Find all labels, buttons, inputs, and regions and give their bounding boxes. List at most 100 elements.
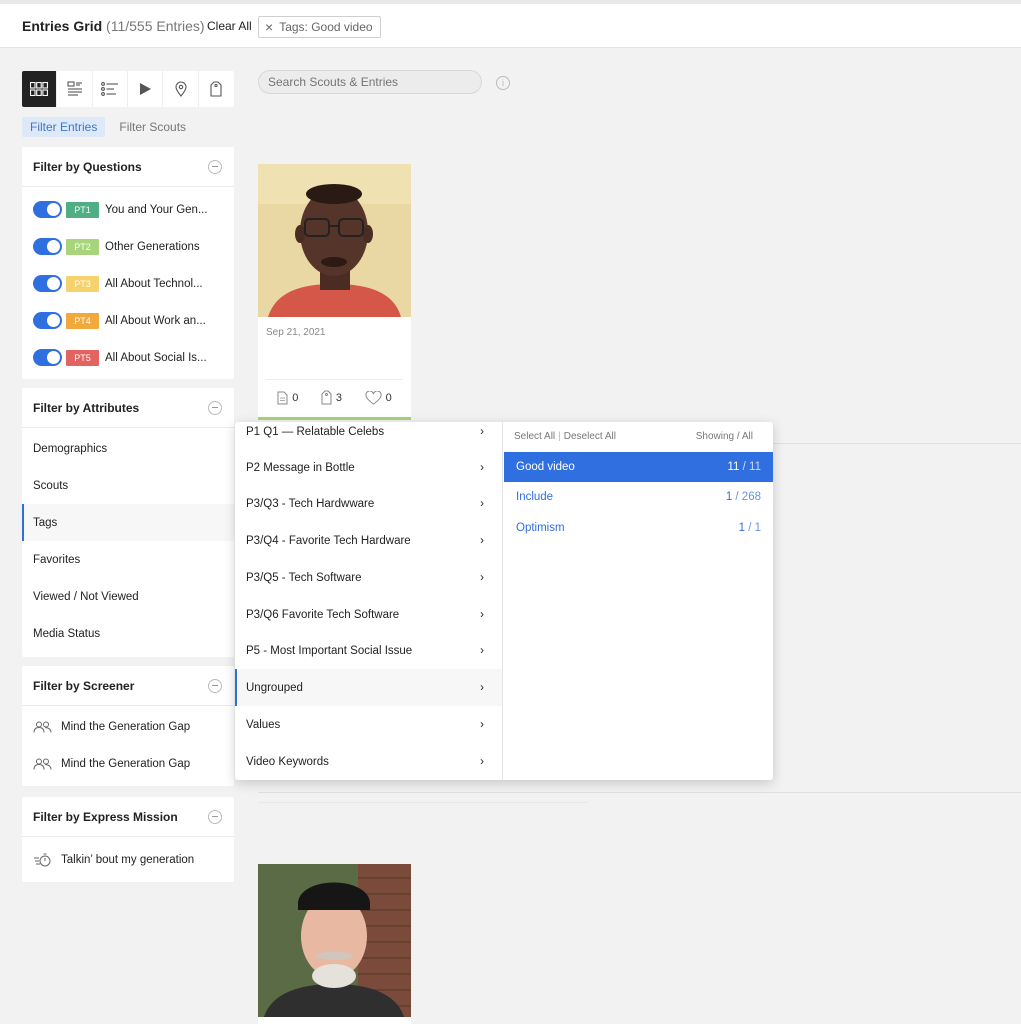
- tag-option-optimism[interactable]: Optimism 1 / 1: [504, 513, 773, 543]
- chevron-right-icon: ›: [480, 461, 484, 474]
- top-header: Entries Grid (11/555 Entries) Clear All …: [0, 0, 1021, 48]
- chevron-right-icon: ›: [480, 608, 484, 621]
- tag-option-include[interactable]: Include 1 / 268: [504, 482, 773, 512]
- attribute-item-tags[interactable]: Tags: [22, 504, 234, 541]
- tags-stat[interactable]: 3: [321, 390, 342, 405]
- select-all-button[interactable]: Select All: [514, 431, 555, 442]
- question-toggle[interactable]: [33, 275, 62, 292]
- question-label: All About Technol...: [105, 277, 203, 290]
- collapse-icon[interactable]: [208, 809, 222, 824]
- tag-group-item[interactable]: P2 Message in Bottle ›: [235, 449, 502, 486]
- tag-option-good-video[interactable]: Good video 11 / 11: [504, 452, 773, 482]
- tab-filter-scouts[interactable]: Filter Scouts: [111, 117, 194, 137]
- question-label: Other Generations: [105, 240, 200, 253]
- attribute-item-media-status[interactable]: Media Status: [22, 615, 234, 652]
- video-thumbnail[interactable]: [258, 864, 411, 1017]
- screener-panel-header: Filter by Screener: [22, 666, 234, 706]
- chevron-right-icon: ›: [480, 571, 484, 584]
- info-icon[interactable]: i: [496, 76, 510, 90]
- screener-label: Mind the Generation Gap: [61, 720, 191, 733]
- tab-filter-entries[interactable]: Filter Entries: [22, 117, 106, 137]
- collapse-icon[interactable]: [208, 400, 222, 415]
- tag-group-item[interactable]: Video Keywords ›: [235, 743, 502, 780]
- collapse-icon[interactable]: [208, 678, 222, 693]
- list-view-button[interactable]: [93, 71, 129, 107]
- notes-count: 0: [292, 391, 299, 404]
- clear-all-button[interactable]: Clear All: [207, 19, 252, 33]
- tag-group-label: Video Keywords: [246, 755, 329, 768]
- tag-label: Include: [516, 491, 554, 503]
- people-icon: [33, 721, 52, 733]
- question-toggle[interactable]: [33, 349, 62, 366]
- entry-card[interactable]: [258, 864, 411, 1024]
- tag-group-label: P5 - Most Important Social Issue: [246, 644, 413, 657]
- express-mission-item[interactable]: Talkin’ bout my generation: [22, 841, 234, 878]
- tag-view-button[interactable]: [199, 71, 234, 107]
- entry-stats: 0 3 0: [266, 379, 403, 415]
- heart-icon: [365, 390, 382, 405]
- screener-item[interactable]: Mind the Generation Gap: [22, 708, 234, 745]
- notes-stat[interactable]: 0: [277, 391, 298, 405]
- map-pin-icon: [174, 81, 187, 97]
- entry-card[interactable]: Sep 21, 2021 0 3 0: [258, 164, 411, 420]
- map-view-button[interactable]: [163, 71, 199, 107]
- tag-group-item[interactable]: P3/Q6 Favorite Tech Software ›: [235, 596, 502, 633]
- chevron-right-icon: ›: [480, 718, 484, 731]
- gallery-view-button[interactable]: [57, 71, 93, 107]
- questions-panel-title: Filter by Questions: [33, 159, 142, 174]
- collapse-icon[interactable]: [208, 159, 222, 174]
- search-input[interactable]: [258, 70, 482, 94]
- document-icon: [277, 391, 288, 404]
- view-toolbar: [22, 71, 234, 107]
- question-badge: PT4: [66, 312, 99, 329]
- tag-group-label: Values: [246, 718, 281, 731]
- question-toggle[interactable]: [33, 201, 62, 218]
- chevron-right-icon: ›: [480, 755, 484, 768]
- page-title: Entries Grid (11/555 Entries): [22, 18, 205, 34]
- screener-panel-title: Filter by Screener: [33, 678, 135, 693]
- tag-group-label: P3/Q5 - Tech Software: [246, 571, 362, 584]
- tag-group-item-ungrouped[interactable]: Ungrouped ›: [235, 669, 502, 706]
- stopwatch-icon: [34, 853, 51, 866]
- tag-group-item[interactable]: P3/Q5 - Tech Software ›: [235, 559, 502, 596]
- question-toggle[interactable]: [33, 238, 62, 255]
- question-row: PT3 All About Technol...: [22, 265, 234, 302]
- tag-group-label: P3/Q4 - Favorite Tech Hardware: [246, 534, 411, 547]
- entry-date: Sep 21, 2021: [266, 327, 326, 338]
- attribute-item-viewed[interactable]: Viewed / Not Viewed: [22, 578, 234, 615]
- list-icon: [100, 82, 118, 96]
- chevron-right-icon: ›: [480, 497, 484, 510]
- active-filter-chip: × Tags: Good video: [258, 16, 381, 38]
- likes-stat[interactable]: 0: [365, 390, 392, 405]
- screener-item[interactable]: Mind the Generation Gap: [22, 745, 234, 782]
- attribute-item-favorites[interactable]: Favorites: [22, 541, 234, 578]
- likes-count: 0: [385, 391, 392, 404]
- play-icon: [140, 83, 152, 95]
- question-row: PT1 You and Your Gen...: [22, 191, 234, 228]
- deselect-all-button[interactable]: Deselect All: [564, 431, 616, 442]
- play-view-button[interactable]: [128, 71, 164, 107]
- attribute-item-demographics[interactable]: Demographics: [22, 430, 234, 467]
- tag-total-count: / 268: [735, 491, 761, 503]
- tag-group-item[interactable]: Values ›: [235, 706, 502, 743]
- question-label: You and Your Gen...: [105, 203, 208, 216]
- grid-view-button[interactable]: [22, 71, 58, 107]
- chevron-right-icon: ›: [480, 425, 484, 438]
- attribute-item-scouts[interactable]: Scouts: [22, 467, 234, 504]
- tag-list-header: Select All | Deselect All Showing / All: [514, 430, 753, 442]
- grid-icon: [30, 82, 49, 96]
- video-thumbnail[interactable]: [258, 164, 411, 317]
- tag-group-label: P3/Q3 - Tech Hardwware: [246, 497, 375, 510]
- remove-filter-icon[interactable]: ×: [265, 20, 273, 34]
- question-toggle[interactable]: [33, 312, 62, 329]
- tag-shown-count: 1: [738, 522, 745, 534]
- tag-group-item[interactable]: P3/Q4 - Favorite Tech Hardware ›: [235, 522, 502, 559]
- tag-group-item[interactable]: P3/Q3 - Tech Hardwware ›: [235, 485, 502, 522]
- tag-list: Select All | Deselect All Showing / All Go…: [504, 422, 773, 780]
- tag-group-item[interactable]: P1 Q1 — Relatable Celebs ›: [235, 413, 502, 450]
- divider: [773, 443, 1021, 444]
- question-label: All About Social Is...: [105, 351, 207, 364]
- tag-group-item[interactable]: P5 - Most Important Social Issue ›: [235, 632, 502, 669]
- question-badge: PT1: [66, 201, 99, 218]
- tags-count: 3: [335, 391, 343, 404]
